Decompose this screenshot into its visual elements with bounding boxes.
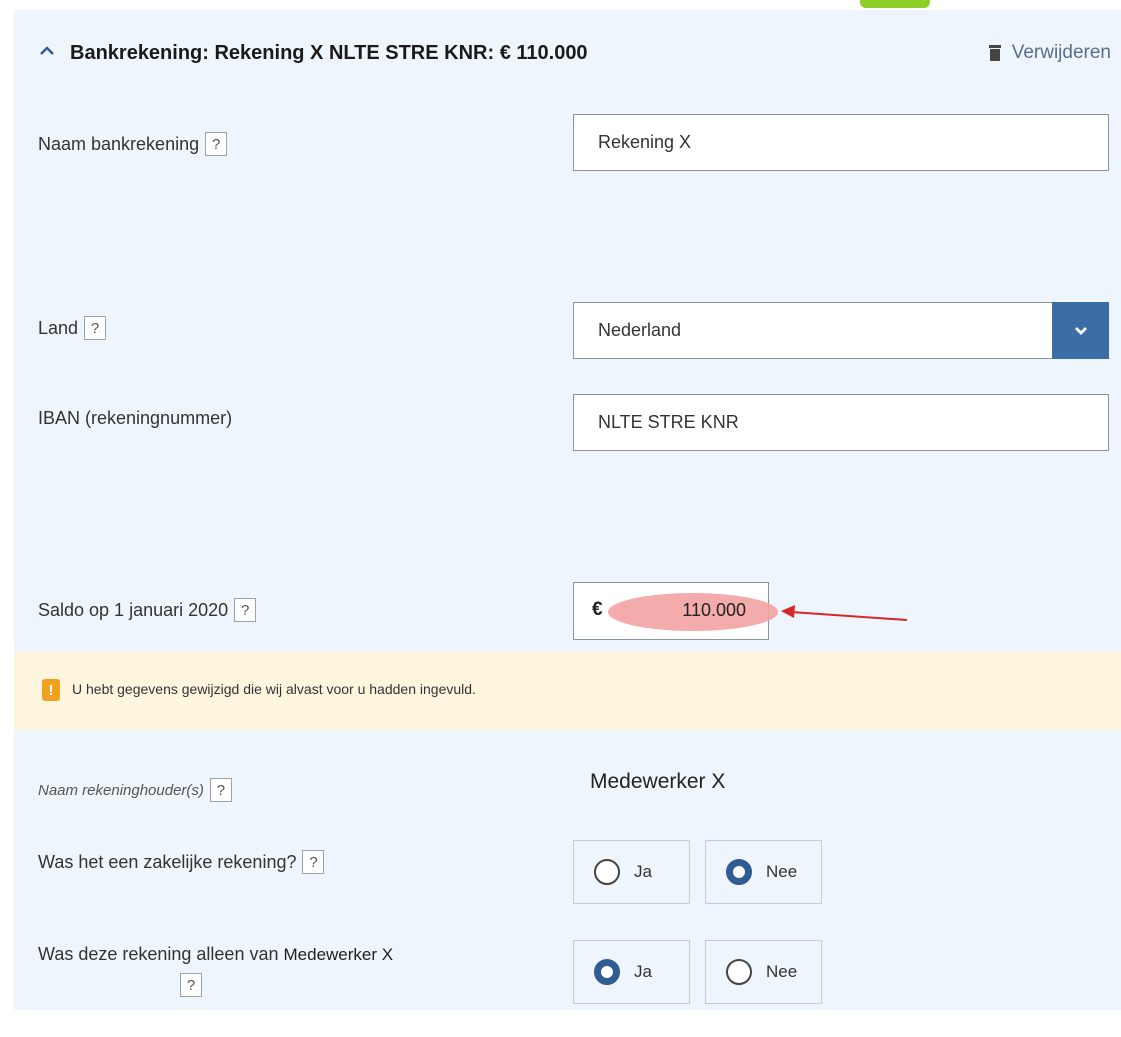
warning-icon: ! (42, 679, 60, 701)
currency-symbol: € (592, 599, 603, 620)
panel-header[interactable]: Bankrekening: Rekening X NLTE STRE KNR: … (14, 10, 1121, 92)
sole-owner-no-option[interactable]: Nee (705, 940, 822, 1004)
help-icon[interactable]: ? (209, 778, 232, 802)
holder-value: Medewerker X (590, 770, 726, 793)
balance-label: Saldo op 1 januari 2020 ? (38, 598, 257, 622)
iban-input[interactable]: NLTE STRE KNR (573, 394, 1109, 451)
balance-input[interactable]: € 110.000 (573, 582, 778, 640)
chevron-down-icon (1074, 326, 1087, 335)
bank-account-panel: Bankrekening: Rekening X NLTE STRE KNR: … (14, 10, 1121, 1010)
help-icon[interactable]: ? (84, 316, 107, 340)
business-account-label: Was het een zakelijke rekening? ? (38, 850, 325, 874)
holder-label: Naam rekeninghouder(s) ? (38, 778, 232, 802)
radio-unchecked-icon[interactable] (594, 859, 620, 885)
radio-checked-icon[interactable] (594, 959, 620, 985)
country-select[interactable]: Nederland (573, 302, 1109, 359)
help-icon[interactable]: ? (302, 850, 325, 874)
sole-owner-label: Was deze rekening alleen van Medewerker … (38, 944, 393, 997)
balance-value: 110.000 (682, 600, 746, 620)
warning-text: U hebt gegevens gewijzigd die wij alvast… (72, 681, 476, 697)
sole-owner-yes-option[interactable]: Ja (573, 940, 690, 1004)
radio-unchecked-icon[interactable] (726, 959, 752, 985)
delete-label: Verwijderen (1011, 42, 1111, 63)
country-value: Nederland (598, 320, 682, 340)
radio-checked-icon[interactable] (726, 859, 752, 885)
business-yes-option[interactable]: Ja (573, 840, 690, 904)
account-name-label: Naam bankrekening ? (38, 132, 228, 156)
delete-link[interactable]: Verwijderen (988, 42, 1111, 64)
help-icon[interactable]: ? (234, 598, 257, 622)
top-accent (860, 0, 930, 8)
panel-title: Bankrekening: Rekening X NLTE STRE KNR: … (70, 42, 588, 64)
country-label: Land ? (38, 316, 107, 340)
help-icon[interactable]: ? (180, 973, 202, 997)
select-toggle[interactable] (1052, 302, 1109, 359)
warning-banner: ! U hebt gegevens gewijzigd die wij alva… (14, 652, 1121, 730)
account-name-input[interactable]: Rekening X (573, 114, 1109, 171)
chevron-up-icon[interactable] (36, 40, 58, 62)
iban-label: IBAN (rekeningnummer) (38, 408, 233, 428)
trash-icon (988, 45, 1001, 61)
help-icon[interactable]: ? (205, 132, 228, 156)
business-no-option[interactable]: Nee (705, 840, 822, 904)
annotation-arrow-icon (781, 605, 908, 621)
top-bar (0, 0, 1121, 10)
